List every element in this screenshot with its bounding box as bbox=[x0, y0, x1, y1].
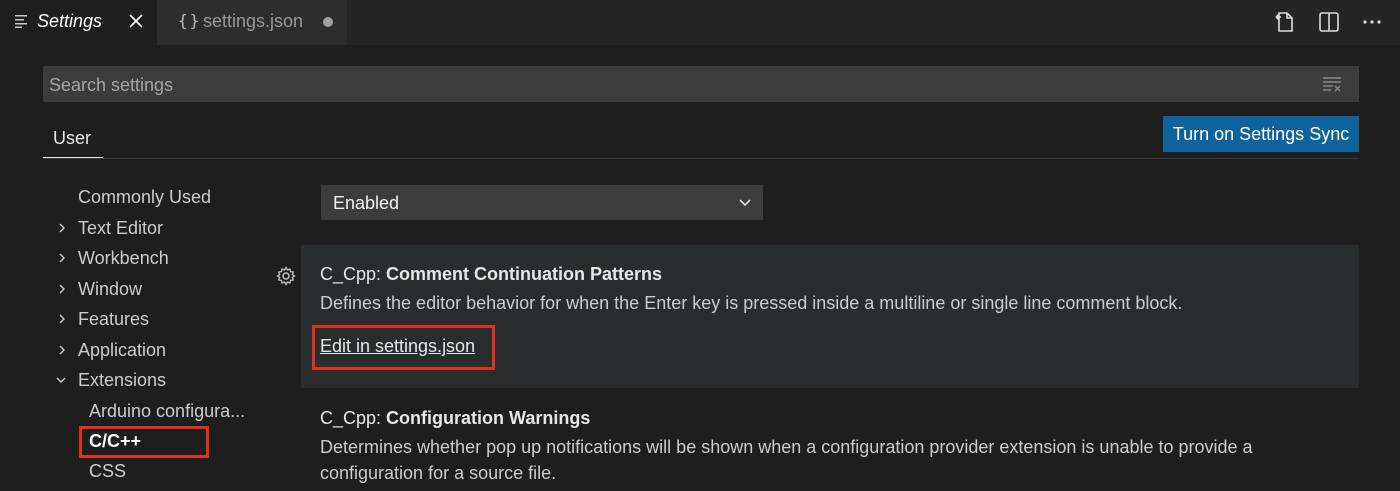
close-icon[interactable] bbox=[127, 10, 145, 32]
setting-name: Comment Continuation Patterns bbox=[386, 264, 663, 284]
highlight-box bbox=[79, 426, 209, 458]
setting-description: Defines the editor behavior for when the… bbox=[320, 293, 1183, 313]
clear-filter-icon[interactable] bbox=[1321, 75, 1343, 93]
tab-settings[interactable]: Settings bbox=[0, 0, 157, 45]
json-braces-icon: {} bbox=[178, 11, 202, 30]
setting-name: Configuration Warnings bbox=[386, 408, 591, 428]
chevron-right-icon[interactable] bbox=[56, 283, 68, 295]
setting-title-configuration-warnings: C_Cpp: Configuration Warnings bbox=[320, 408, 590, 429]
toc-item-application[interactable]: Application bbox=[78, 338, 166, 362]
setting-title-comment-patterns: C_Cpp: Comment Continuation Patterns bbox=[320, 264, 662, 285]
toc-item-extensions[interactable]: Extensions bbox=[78, 368, 166, 392]
split-editor-icon[interactable] bbox=[1317, 10, 1341, 34]
setting-category: C_Cpp: bbox=[320, 264, 387, 284]
search-input[interactable] bbox=[43, 66, 1311, 104]
toc-item-workbench[interactable]: Workbench bbox=[78, 246, 169, 270]
tab-user-scope[interactable]: User bbox=[43, 127, 101, 155]
editor-tab-bar: Settings {} settings.json bbox=[0, 0, 1400, 45]
tab-settings-json[interactable]: {} settings.json bbox=[157, 0, 347, 45]
gear-icon[interactable] bbox=[276, 266, 296, 286]
toc-item-css[interactable]: CSS bbox=[89, 459, 126, 483]
chevron-right-icon[interactable] bbox=[56, 344, 68, 356]
chevron-down-icon bbox=[739, 199, 751, 207]
dropdown-value: Enabled bbox=[333, 193, 400, 213]
more-actions-icon[interactable] bbox=[1360, 10, 1384, 34]
enabled-dropdown[interactable]: Enabled bbox=[321, 185, 763, 220]
toc-item-commonly-used[interactable]: Commonly Used bbox=[78, 185, 211, 209]
toc-item-window[interactable]: Window bbox=[78, 277, 142, 301]
chevron-right-icon[interactable] bbox=[56, 222, 68, 234]
search-box bbox=[43, 66, 1359, 104]
dirty-dot-icon[interactable] bbox=[323, 17, 333, 27]
toc-item-text-editor[interactable]: Text Editor bbox=[78, 216, 163, 240]
open-settings-json-icon[interactable] bbox=[1273, 10, 1297, 34]
highlight-box bbox=[312, 325, 495, 370]
settings-editor-icon bbox=[15, 15, 27, 28]
tab-title: settings.json bbox=[203, 11, 304, 31]
turn-on-settings-sync-button[interactable]: Turn on Settings Sync bbox=[1163, 116, 1359, 152]
tab-title: Settings bbox=[37, 11, 103, 31]
chevron-right-icon[interactable] bbox=[56, 313, 68, 325]
scope-divider bbox=[43, 158, 1359, 159]
toc-item-features[interactable]: Features bbox=[78, 307, 149, 331]
chevron-right-icon[interactable] bbox=[56, 252, 68, 264]
setting-description-line-2: configuration for a source file. bbox=[320, 463, 557, 483]
chevron-down-icon[interactable] bbox=[55, 374, 67, 386]
setting-category: C_Cpp: bbox=[320, 408, 387, 428]
toc-item-arduino-configuration[interactable]: Arduino configura... bbox=[89, 399, 245, 423]
